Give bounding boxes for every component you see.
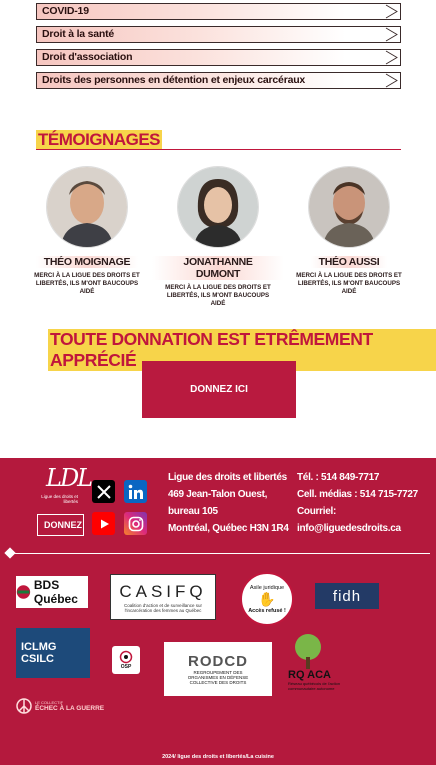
testimonial-name: JONATHANNE DUMONT bbox=[152, 256, 284, 280]
chevron-right-icon bbox=[385, 4, 398, 19]
avatar bbox=[46, 166, 128, 248]
chevron-right-icon bbox=[385, 27, 398, 42]
donate-button[interactable]: DONNEZ ICI bbox=[142, 361, 296, 418]
partner-name: CSILC bbox=[21, 653, 54, 665]
chevron-right-icon bbox=[385, 73, 398, 88]
media-phone[interactable]: Cell. médias : 514 715-7727 bbox=[297, 486, 418, 503]
partner-name: RQ ACA bbox=[288, 669, 331, 681]
hand-icon: ✋ bbox=[258, 590, 276, 607]
footer-divider bbox=[12, 553, 430, 554]
logo-mark: LDL bbox=[46, 464, 93, 492]
partner-name: CASIFQ bbox=[119, 581, 207, 601]
divider-diamond bbox=[4, 547, 16, 559]
partner-name: ÉCHEC À LA GUERRE bbox=[35, 705, 105, 712]
topic-covid[interactable]: COVID-19 bbox=[36, 3, 401, 20]
partner-name: RODCD bbox=[188, 653, 248, 670]
phone[interactable]: Tél. : 514 849-7717 bbox=[297, 469, 418, 486]
testimonials-title: TÉMOIGNAGES bbox=[36, 130, 163, 149]
logo-subtitle: Ligue des droits et libertés bbox=[41, 494, 78, 504]
partner-subtitle: Réseau québécois de l'action communautai… bbox=[288, 681, 341, 691]
podcast-icon bbox=[119, 650, 133, 664]
address-line: 469 Jean-Talon Ouest, bbox=[168, 489, 268, 500]
footer: LDL Ligue des droits et libertés DONNEZ … bbox=[0, 458, 436, 765]
ldl-logo[interactable]: LDL Ligue des droits et libertés bbox=[38, 464, 93, 504]
partner-subtitle: Accès refusé ! bbox=[248, 607, 286, 614]
topic-label: Droits des personnes en détention et enj… bbox=[42, 74, 306, 86]
partner-name: BDS Québec bbox=[33, 578, 78, 606]
bds-emblem-icon bbox=[16, 585, 31, 599]
address-line: bureau 105 bbox=[168, 506, 218, 517]
testimonial-name: THÉO AUSSI bbox=[310, 256, 388, 268]
testimonial-text: MERCI À LA LIGUE DES DROITS ET LIBERTÉS,… bbox=[34, 272, 140, 295]
partner-name: OSP bbox=[120, 664, 132, 670]
email-label: Courriel: bbox=[297, 506, 336, 517]
youtube-icon[interactable] bbox=[92, 512, 115, 535]
topic-label: COVID-19 bbox=[42, 5, 89, 17]
topic-sante[interactable]: Droit à la santé bbox=[36, 26, 401, 43]
topic-detention[interactable]: Droits des personnes en détention et enj… bbox=[36, 72, 401, 89]
topic-label: Droit d'association bbox=[42, 51, 133, 63]
partner-osp-logo[interactable]: OSP bbox=[112, 646, 140, 674]
partner-rodcd-logo[interactable]: RODCD REGROUPEMENT DES ORGANISMES EN DÉF… bbox=[164, 642, 272, 696]
testimonial-text: MERCI À LA LIGUE DES DROITS ET LIBERTÉS,… bbox=[296, 272, 402, 295]
footer-address: Ligue des droits et libertés 469 Jean-Ta… bbox=[168, 469, 289, 537]
partner-name: fidh bbox=[332, 587, 362, 605]
x-icon[interactable] bbox=[92, 480, 115, 503]
testimonial-card: JONATHANNE DUMONT MERCI À LA LIGUE DES D… bbox=[152, 166, 284, 308]
partner-echec-logo[interactable]: LE COLLECTIF ÉCHEC À LA GUERRE bbox=[16, 696, 106, 716]
partner-bds-logo[interactable]: BDS Québec bbox=[16, 576, 88, 608]
topic-association[interactable]: Droit d'association bbox=[36, 49, 401, 66]
address-line: Montréal, Québec H3N 1R4 bbox=[168, 523, 289, 534]
partner-subtitle: REGROUPEMENT DES ORGANISMES EN DÉFENSE C… bbox=[187, 670, 249, 685]
tree-icon bbox=[295, 634, 321, 669]
email-link[interactable]: info@liguedesdroits.ca bbox=[297, 520, 418, 537]
partner-rqaca-logo[interactable]: RQ ACA Réseau québécois de l'action comm… bbox=[288, 626, 350, 698]
section-divider bbox=[36, 149, 401, 150]
footer-contact: Tél. : 514 849-7717 Cell. médias : 514 7… bbox=[297, 469, 418, 537]
peace-icon bbox=[16, 698, 32, 714]
topic-label: Droit à la santé bbox=[42, 28, 115, 40]
testimonial-text: MERCI À LA LIGUE DES DROITS ET LIBERTÉS,… bbox=[165, 284, 271, 307]
partner-asile-logo[interactable]: Asile juridique ✋ Accès refusé ! bbox=[240, 572, 294, 626]
avatar bbox=[177, 166, 259, 248]
partner-fidh-logo[interactable]: fidh bbox=[315, 583, 379, 609]
copyright: 2024/ ligue des droits et libertés/La cu… bbox=[162, 754, 274, 760]
chevron-right-icon bbox=[385, 50, 398, 65]
address-line: Ligue des droits et libertés bbox=[168, 472, 287, 483]
instagram-icon[interactable] bbox=[124, 512, 147, 535]
testimonial-card: THÉO MOIGNAGE MERCI À LA LIGUE DES DROIT… bbox=[21, 166, 153, 296]
partner-subtitle: Coalition d'action et de surveillance su… bbox=[124, 602, 202, 613]
footer-donate-button[interactable]: DONNEZ bbox=[37, 514, 84, 536]
linkedin-icon[interactable] bbox=[124, 480, 147, 503]
partner-name: ICLMG bbox=[21, 641, 57, 653]
testimonial-name: THÉO MOIGNAGE bbox=[35, 256, 139, 268]
partner-casifq-logo[interactable]: CASIFQ Coalition d'action et de surveill… bbox=[110, 574, 216, 620]
partner-iclmg-logo[interactable]: ICLMG CSILC bbox=[16, 628, 90, 678]
testimonial-card: THÉO AUSSI MERCI À LA LIGUE DES DROITS E… bbox=[283, 166, 415, 296]
avatar bbox=[308, 166, 390, 248]
topic-list: COVID-19 Droit à la santé Droit d'associ… bbox=[36, 3, 401, 95]
